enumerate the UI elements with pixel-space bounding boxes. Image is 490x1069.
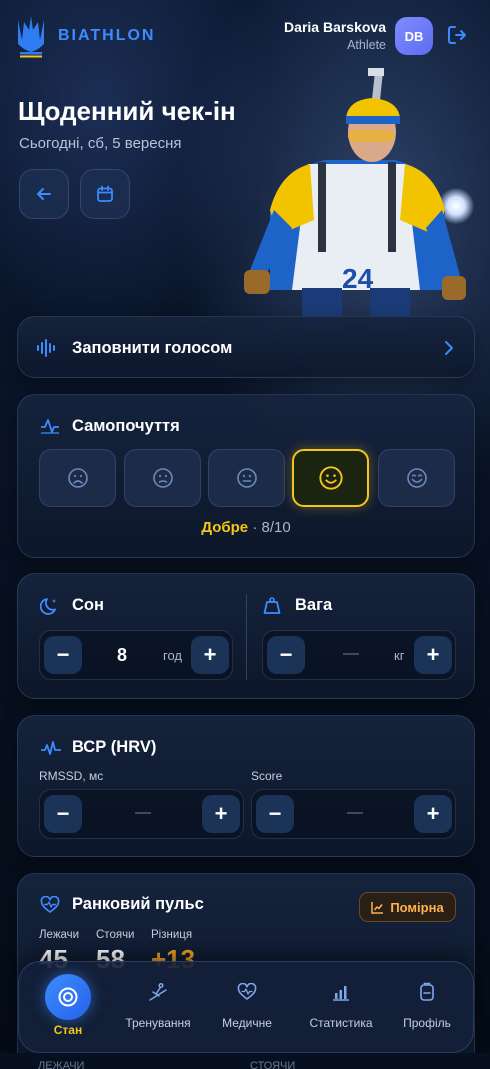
mood-option-4-selected[interactable] — [292, 449, 369, 507]
rmssd-decrement-button[interactable]: − — [44, 795, 82, 833]
nav-label-statistics: Статистика — [309, 1016, 373, 1030]
heart-pulse-icon — [40, 896, 60, 913]
weight-increment-button[interactable]: + — [414, 636, 452, 674]
bottom-navigation: Стан Тренування Медичне Статистика Профі… — [18, 961, 474, 1053]
rmssd-label: RMSSD, мс — [39, 769, 104, 783]
hrv-title: ВСР (HRV) — [72, 738, 157, 756]
sleep-decrement-button[interactable]: − — [44, 636, 82, 674]
sleep-title: Сон — [72, 596, 104, 614]
score-value[interactable]: — — [347, 804, 363, 822]
voice-fill-button[interactable]: Заповнити голосом — [17, 316, 475, 378]
avatar[interactable]: DB — [395, 17, 433, 55]
hrv-card: ВСР (HRV) RMSSD, мс Score − — + − — + — [17, 715, 475, 857]
mood-option-2[interactable] — [124, 449, 201, 507]
weight-decrement-button[interactable]: − — [267, 636, 305, 674]
pulse-status-badge[interactable]: Помірна — [359, 892, 456, 922]
sleep-weight-card: Сон Вага − 8 год + − — кг + — [17, 573, 475, 699]
chevron-right-icon — [445, 341, 453, 355]
lying-label: Лежачи — [39, 929, 80, 941]
neutral-icon — [236, 468, 257, 488]
voice-wave-icon — [37, 339, 55, 357]
diff-label: Різниця — [151, 929, 193, 941]
sad-icon — [152, 468, 173, 488]
happy-icon — [406, 468, 427, 488]
weight-stepper: − — кг + — [262, 630, 456, 680]
wellbeing-card: Самопочуття Добре · 8/10 — [17, 394, 475, 558]
score-increment-button[interactable]: + — [414, 795, 452, 833]
score-decrement-button[interactable]: − — [256, 795, 294, 833]
score-label: Score — [251, 769, 283, 783]
athlete-illustration: 24 — [244, 68, 466, 330]
weight-title: Вага — [295, 596, 333, 614]
standing-caps-label: СТОЯЧИ — [250, 1060, 296, 1069]
nav-label-profile: Профіль — [403, 1016, 451, 1030]
app-header: BIATHLON Daria Barskova Athlete DB — [0, 0, 490, 72]
rmssd-stepper: − — + — [39, 789, 244, 839]
wellbeing-title: Самопочуття — [72, 417, 180, 435]
sleep-increment-button[interactable]: + — [191, 636, 229, 674]
brand-name: BIATHLON — [58, 27, 156, 44]
pulse-line-icon — [41, 419, 59, 434]
nav-active-indicator — [45, 974, 91, 1020]
nav-label-status: Стан — [53, 1023, 83, 1037]
divider — [246, 594, 247, 680]
logout-icon[interactable] — [446, 24, 468, 46]
nav-item-profile[interactable]: Профіль — [395, 962, 459, 1054]
sleep-unit: год — [163, 648, 182, 663]
mood-selected-label: Добре — [201, 519, 249, 536]
page-subtitle: Сьогодні, сб, 5 вересня — [19, 135, 182, 152]
nav-item-status[interactable]: Стан — [37, 962, 99, 1054]
nav-item-training[interactable]: Тренування — [119, 962, 197, 1054]
page-title: Щоденний чек-ін — [18, 96, 236, 126]
standing-label: Стоячи — [96, 929, 135, 941]
pulse-title: Ранковий пульс — [72, 895, 204, 913]
back-button[interactable] — [19, 169, 69, 219]
voice-fill-label: Заповнити голосом — [72, 339, 233, 357]
heart-pulse-icon — [237, 983, 257, 1000]
ski-icon — [149, 982, 167, 1001]
mood-option-3[interactable] — [208, 449, 285, 507]
mood-option-1[interactable] — [39, 449, 116, 507]
user-name: Daria Barskova — [284, 19, 386, 35]
sleep-value[interactable]: 8 — [117, 645, 127, 666]
user-role: Athlete — [347, 38, 386, 52]
target-icon — [58, 987, 78, 1007]
moon-icon — [40, 598, 56, 615]
mood-caption: Добре · 8/10 — [18, 519, 474, 536]
nav-item-medical[interactable]: Медичне — [215, 962, 279, 1054]
score-stepper: − — + — [251, 789, 456, 839]
nav-label-training: Тренування — [125, 1016, 191, 1030]
bar-chart-icon — [333, 986, 349, 1001]
hrv-icon — [41, 741, 61, 755]
smile-icon — [318, 466, 343, 490]
lying-caps-label: ЛЕЖАЧИ — [38, 1060, 85, 1069]
weight-value[interactable]: — — [343, 645, 359, 663]
trend-chart-icon — [371, 901, 384, 914]
mood-option-5[interactable] — [378, 449, 455, 507]
arrow-left-icon — [37, 188, 51, 200]
trident-logo — [18, 16, 44, 58]
nav-label-medical: Медичне — [222, 1016, 272, 1030]
rmssd-increment-button[interactable]: + — [202, 795, 240, 833]
calendar-button[interactable] — [80, 169, 130, 219]
very-sad-icon — [67, 468, 88, 488]
bib-number: 24 — [342, 263, 374, 294]
weight-unit: кг — [394, 648, 405, 663]
pulse-status-text: Помірна — [390, 899, 444, 915]
mood-selected-score: · 8/10 — [252, 519, 291, 536]
profile-icon — [420, 982, 434, 1001]
sleep-stepper: − 8 год + — [39, 630, 233, 680]
calendar-icon — [97, 185, 113, 202]
weight-icon — [263, 597, 281, 614]
nav-item-statistics[interactable]: Статистика — [301, 962, 381, 1054]
rmssd-value[interactable]: — — [135, 804, 151, 822]
